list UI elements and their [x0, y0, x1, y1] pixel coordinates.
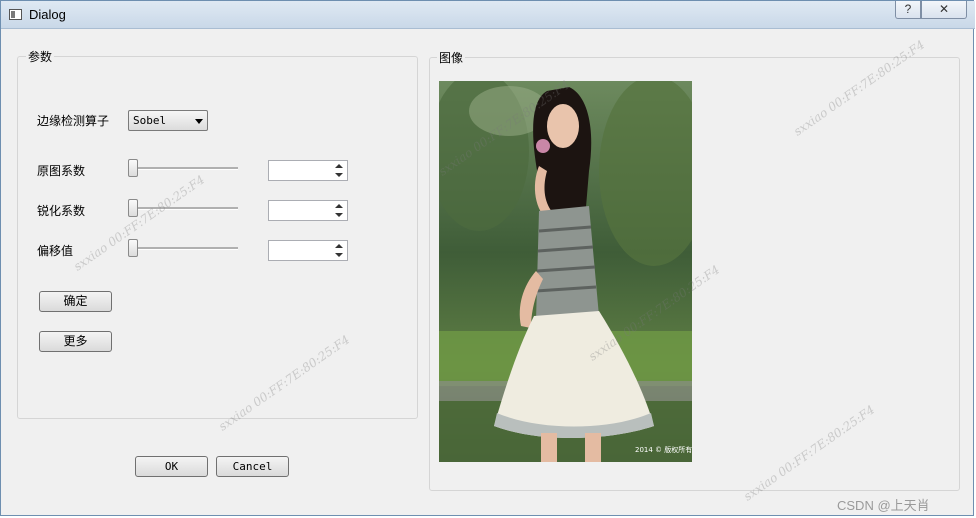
offset-slider-track[interactable] [128, 247, 238, 250]
offset-slider-handle[interactable] [128, 239, 138, 257]
original-coef-label: 原图系数 [37, 164, 86, 178]
offset-label: 偏移值 [37, 244, 74, 258]
image-group-title: 图像 [437, 49, 466, 66]
ok-button[interactable]: OK [135, 456, 208, 477]
operator-combobox[interactable]: Sobel [128, 110, 208, 131]
operator-label: 边缘检测算子 [37, 114, 110, 128]
original-coef-slider-track[interactable] [128, 167, 238, 170]
spin-up-arrow-icon[interactable] [331, 161, 347, 170]
close-button[interactable]: ✕ [921, 1, 967, 19]
help-button[interactable]: ? [895, 1, 921, 19]
dropdown-arrow-icon [195, 119, 203, 124]
spin-down-arrow-icon[interactable] [331, 251, 347, 260]
sharpen-coef-spinbox[interactable] [268, 200, 348, 221]
sharpen-coef-slider-handle[interactable] [128, 199, 138, 217]
confirm-button[interactable]: 确定 [39, 291, 112, 312]
cancel-button[interactable]: Cancel [216, 456, 289, 477]
csdn-credit: CSDN @上天肖 [837, 498, 930, 513]
dialog-window: Dialog ? ✕ 参数 边缘检测算子 Sobel 原图系数 锐化系数 偏移值… [0, 0, 975, 516]
spin-up-arrow-icon[interactable] [331, 201, 347, 210]
operator-selected-value: Sobel [133, 114, 167, 127]
original-coef-spinbox[interactable] [268, 160, 348, 181]
spin-up-arrow-icon[interactable] [331, 241, 347, 250]
spin-down-arrow-icon[interactable] [331, 171, 347, 180]
window-title: Dialog [29, 7, 66, 22]
offset-spinbox[interactable] [268, 240, 348, 261]
params-group-title: 参数 [26, 48, 55, 65]
spin-down-arrow-icon[interactable] [331, 211, 347, 220]
more-button[interactable]: 更多 [39, 331, 112, 352]
original-coef-slider-handle[interactable] [128, 159, 138, 177]
params-groupbox [17, 56, 418, 419]
image-caption: 2014 © 版权所有 [635, 445, 692, 454]
sharpen-coef-label: 锐化系数 [37, 204, 86, 218]
app-window-icon [9, 9, 22, 20]
title-bar[interactable]: Dialog ? ✕ [1, 1, 975, 29]
